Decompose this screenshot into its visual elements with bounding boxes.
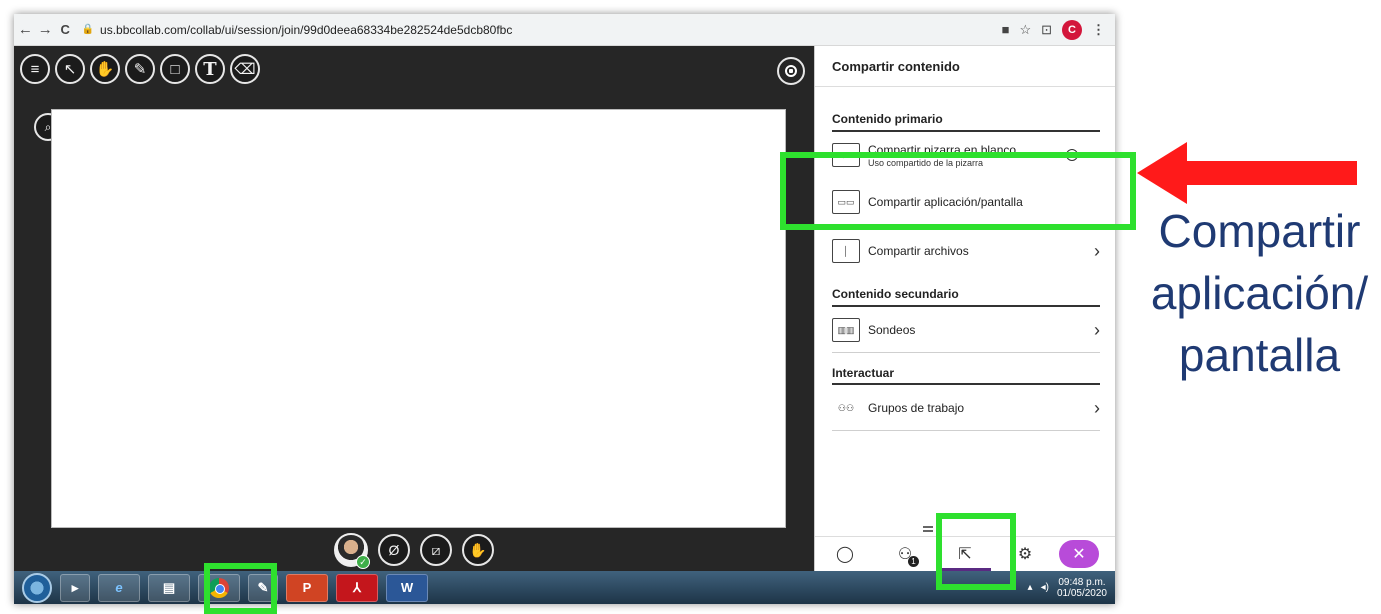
back-button[interactable]: ←: [17, 19, 34, 41]
divider: [832, 430, 1100, 431]
raise-hand-icon[interactable]: ✋: [462, 534, 494, 566]
red-arrow-body: [1185, 161, 1357, 185]
lock-icon: 🔒: [81, 24, 95, 35]
chevron-right-icon: ›: [1094, 397, 1100, 418]
divider: [832, 130, 1100, 132]
red-arrow-head: [1137, 142, 1187, 204]
network-icon[interactable]: ▴: [1028, 582, 1033, 593]
eraser-icon[interactable]: ⌫: [230, 54, 260, 84]
chat-icon[interactable]: ◯: [815, 537, 875, 571]
profile-avatar[interactable]: C: [1062, 19, 1082, 40]
polls-item[interactable]: ▥▥ Sondeos ›: [832, 313, 1100, 347]
root: ← → C 🔒 us.bbcollab.com/collab/ui/sessio…: [0, 0, 1381, 614]
collaborate-main-area: ≡ ↖ ✋ ✎ □ T ⌫ ⌕ ✓ Ø ⧄ ✋: [14, 46, 814, 571]
mute-microphone-icon[interactable]: Ø: [378, 534, 410, 566]
browser-toolbar: ← → C 🔒 us.bbcollab.com/collab/ui/sessio…: [14, 14, 1115, 46]
item-label: Grupos de trabajo: [868, 401, 965, 415]
browser-actions: ■ ☆ ⊡ C ⋮: [1002, 19, 1105, 40]
chevron-right-icon: ›: [1094, 319, 1100, 340]
highlight-share-application: [780, 152, 1136, 230]
annotation-line-3: pantalla: [1178, 329, 1341, 381]
menu-icon[interactable]: ≡: [20, 54, 50, 84]
clock[interactable]: 09:48 p.m. 01/05/2020: [1057, 577, 1107, 599]
stop-icon: [785, 65, 797, 77]
divider: [815, 86, 1115, 87]
camera-off-icon[interactable]: ⧄: [420, 534, 452, 566]
status-check-icon: ✓: [356, 555, 370, 569]
internet-explorer-icon[interactable]: e: [98, 573, 140, 602]
file-icon: │: [832, 239, 860, 263]
attendee-count-badge: 1: [908, 556, 919, 567]
highlight-chrome-taskbar: [204, 563, 277, 614]
stop-sharing-button[interactable]: [777, 57, 805, 85]
text-tool-icon[interactable]: T: [195, 54, 225, 84]
section-secondary: Contenido secundario: [832, 287, 959, 301]
pointer-icon[interactable]: ↖: [55, 54, 85, 84]
divider: [832, 305, 1100, 307]
panel-title: Compartir contenido: [832, 59, 960, 74]
poll-chart-icon: ▥▥: [832, 318, 860, 342]
annotation-line-1: Compartir: [1158, 205, 1361, 257]
session-controls: ✓ Ø ⧄ ✋: [334, 533, 494, 569]
divider: [832, 383, 1100, 385]
drag-handle-icon[interactable]: [923, 526, 933, 532]
attendees-icon[interactable]: ⚇ 1: [875, 537, 935, 571]
camera-icon[interactable]: ■: [1002, 22, 1010, 37]
whiteboard-canvas[interactable]: [51, 109, 786, 528]
section-primary: Contenido primario: [832, 112, 943, 126]
clock-time: 09:48 p.m.: [1058, 576, 1106, 588]
clock-date: 01/05/2020: [1056, 587, 1107, 599]
whiteboard-toolbar: ≡ ↖ ✋ ✎ □ T ⌫: [20, 54, 260, 84]
powerpoint-icon[interactable]: P: [286, 573, 328, 602]
share-content-panel: Compartir contenido Contenido primario ⊖…: [814, 46, 1115, 571]
system-tray: ▴ ◂) 09:48 p.m. 01/05/2020: [1028, 577, 1107, 599]
highlight-share-content-button: [936, 513, 1016, 590]
star-icon[interactable]: ☆: [1019, 22, 1031, 38]
volume-icon[interactable]: ◂): [1041, 582, 1049, 593]
reload-button[interactable]: C: [57, 19, 74, 41]
groups-icon: ⚇⚇: [837, 402, 855, 413]
forward-button[interactable]: →: [37, 19, 54, 41]
chevron-right-icon: ›: [1094, 240, 1100, 261]
annotation-text: Compartir aplicación/ pantalla: [1138, 200, 1381, 386]
close-panel-button[interactable]: ✕: [1059, 540, 1099, 568]
hand-icon[interactable]: ✋: [90, 54, 120, 84]
section-interact: Interactuar: [832, 366, 895, 380]
file-explorer-icon[interactable]: ▤: [148, 573, 190, 602]
rectangle-icon[interactable]: □: [160, 54, 190, 84]
item-label: Compartir archivos: [868, 244, 969, 258]
word-icon[interactable]: W: [386, 573, 428, 602]
start-button[interactable]: [22, 572, 52, 603]
annotation-line-2: aplicación/: [1150, 267, 1369, 319]
user-avatar[interactable]: ✓: [334, 533, 370, 569]
address-bar[interactable]: 🔒 us.bbcollab.com/collab/ui/session/join…: [82, 19, 1002, 41]
acrobat-icon[interactable]: ⅄: [336, 573, 378, 602]
item-label: Sondeos: [868, 323, 916, 337]
share-files-item[interactable]: │ Compartir archivos ›: [832, 236, 1100, 266]
divider: [832, 352, 1100, 353]
breakout-groups-item[interactable]: ⚇⚇ Grupos de trabajo ›: [832, 391, 1100, 425]
menu-dots-icon[interactable]: ⋮: [1092, 22, 1105, 38]
pencil-icon[interactable]: ✎: [125, 54, 155, 84]
cast-icon[interactable]: ⊡: [1041, 22, 1052, 38]
url-text: us.bbcollab.com/collab/ui/session/join/9…: [100, 22, 513, 37]
media-player-icon[interactable]: ▸: [60, 573, 90, 602]
